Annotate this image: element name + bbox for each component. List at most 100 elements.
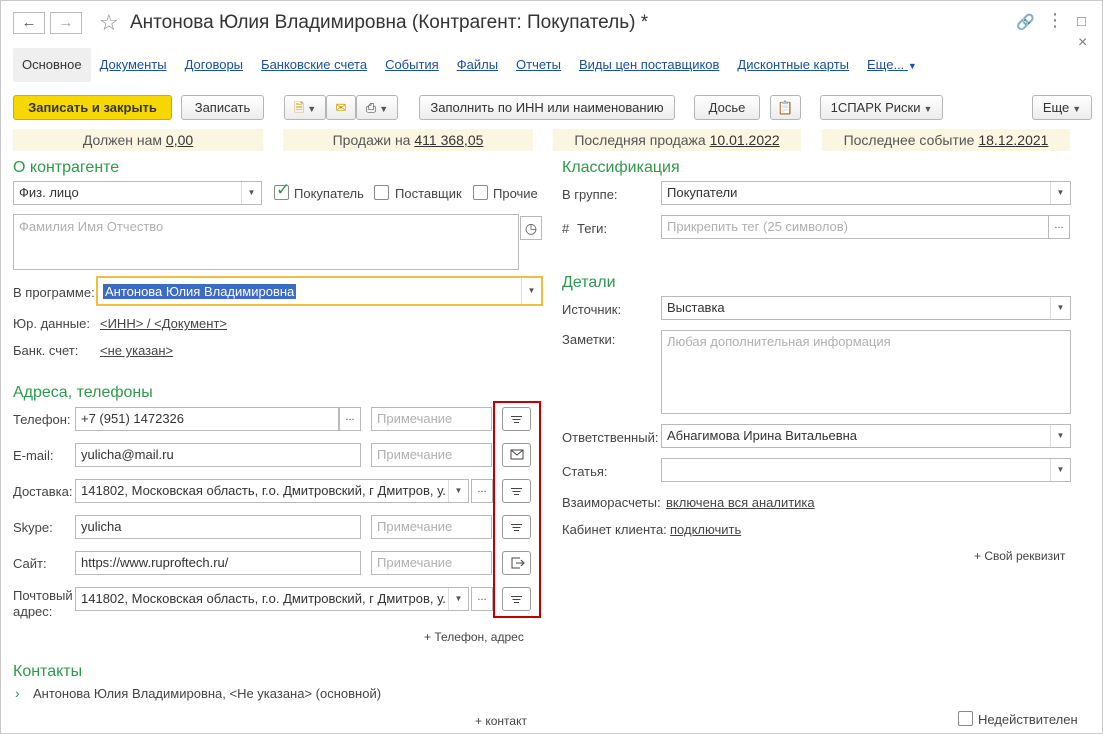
link-icon[interactable]: 🔗 xyxy=(1016,13,1035,31)
tab-discount-cards[interactable]: Дисконтные карты xyxy=(728,48,858,82)
maximize-icon[interactable]: □ xyxy=(1077,13,1086,30)
last-sale-value[interactable]: 10.01.2022 xyxy=(710,132,780,148)
tab-events[interactable]: События xyxy=(376,48,448,82)
history-button[interactable]: ◷ xyxy=(520,216,542,240)
responsible-select[interactable]: Абнагимова Ирина Витальевна ▼ xyxy=(661,424,1071,448)
checkmark-icon: ✓ xyxy=(276,180,291,199)
more-button[interactable]: Еще ▼ xyxy=(1032,95,1092,120)
postal-label-line2: адрес: xyxy=(13,604,53,619)
chevron-down-icon[interactable]: ▼ xyxy=(448,588,468,610)
chevron-down-icon[interactable]: ▼ xyxy=(521,278,541,304)
tab-files[interactable]: Файлы xyxy=(448,48,507,82)
add-contact-link[interactable]: + контакт xyxy=(475,714,527,728)
chevron-down-icon[interactable]: ▼ xyxy=(1050,182,1070,204)
source-select[interactable]: Выставка ▼ xyxy=(661,296,1071,320)
skype-actions-button[interactable] xyxy=(502,515,531,539)
menu-lines-icon xyxy=(511,596,522,603)
create-based-button[interactable]: 🗎 ▼ xyxy=(284,95,326,120)
chevron-down-icon[interactable]: ▼ xyxy=(241,182,261,204)
last-event-value[interactable]: 18.12.2021 xyxy=(978,132,1048,148)
back-button[interactable]: ← xyxy=(13,12,45,34)
close-icon[interactable]: × xyxy=(1078,34,1087,52)
tab-contracts[interactable]: Договоры xyxy=(176,48,252,82)
site-input[interactable]: https://www.ruproftech.ru/ xyxy=(75,551,361,575)
last-sale-info: Последняя продажа 10.01.2022 xyxy=(553,129,801,151)
add-phone-address-link[interactable]: + Телефон, адрес xyxy=(424,630,524,644)
dossier-button[interactable]: Досье xyxy=(694,95,760,120)
article-select[interactable]: ▼ xyxy=(661,458,1071,482)
supplier-label: Поставщик xyxy=(395,186,462,201)
group-label: В группе: xyxy=(562,187,618,202)
site-label: Сайт: xyxy=(13,556,47,571)
cabinet-label: Кабинет клиента: xyxy=(562,522,667,537)
chevron-down-icon[interactable]: ▼ xyxy=(1050,425,1070,447)
chevron-down-icon: ▼ xyxy=(1072,104,1082,114)
save-close-button[interactable]: Записать и закрыть xyxy=(13,95,172,120)
more-vertical-icon[interactable]: ⋮ xyxy=(1046,10,1064,31)
notes-textarea[interactable]: Любая дополнительная информация xyxy=(661,330,1071,414)
site-note-input[interactable]: Примечание xyxy=(371,551,492,575)
counterparty-type-select[interactable]: Физ. лицо ▼ xyxy=(13,181,262,205)
settlements-link[interactable]: включена вся аналитика xyxy=(666,495,815,510)
postal-label-line1: Почтовый xyxy=(13,588,73,603)
full-name-textarea[interactable]: Фамилия Имя Отчество xyxy=(13,214,519,270)
report-button[interactable]: 📋 xyxy=(770,95,801,120)
postal-address-input[interactable]: 141802, Московская область, г.о. Дмитров… xyxy=(75,587,469,611)
phone-input[interactable]: +7 (951) 1472326 xyxy=(75,407,339,431)
tab-reports[interactable]: Отчеты xyxy=(507,48,570,82)
chevron-down-icon: ▼ xyxy=(907,61,917,71)
chevron-down-icon[interactable]: ▼ xyxy=(1050,459,1070,481)
print-button[interactable]: ⎙ ▼ xyxy=(356,95,398,120)
delivery-select-button[interactable]: ... xyxy=(471,479,493,503)
phone-select-button[interactable]: ... xyxy=(339,407,361,431)
email-input[interactable]: yulicha@mail.ru xyxy=(75,443,361,467)
send-email-button[interactable] xyxy=(502,443,531,467)
inactive-checkbox[interactable] xyxy=(958,711,973,726)
tab-more[interactable]: Еще... ▼ xyxy=(858,48,926,82)
buyer-checkbox[interactable]: ✓ xyxy=(274,180,290,200)
owes-value[interactable]: 0,00 xyxy=(166,132,193,148)
menu-lines-icon xyxy=(511,524,522,531)
forward-button[interactable]: → xyxy=(50,12,82,34)
open-site-button[interactable] xyxy=(502,551,531,575)
postal-actions-button[interactable] xyxy=(502,587,531,611)
menu-lines-icon xyxy=(511,488,522,495)
spark-risks-button[interactable]: 1СПАРК Риски ▼ xyxy=(820,95,943,120)
section-classification: Классификация xyxy=(562,159,680,176)
mail-button[interactable]: ✉ xyxy=(326,95,356,120)
phone-actions-button[interactable] xyxy=(502,407,531,431)
other-checkbox[interactable] xyxy=(473,185,488,200)
chevron-down-icon[interactable]: ▼ xyxy=(1050,297,1070,319)
phone-note-input[interactable]: Примечание xyxy=(371,407,492,431)
tab-bank-accounts[interactable]: Банковские счета xyxy=(252,48,376,82)
phone-label: Телефон: xyxy=(13,412,71,427)
tags-select-button[interactable]: ... xyxy=(1048,215,1070,239)
email-note-input[interactable]: Примечание xyxy=(371,443,492,467)
tab-documents[interactable]: Документы xyxy=(91,48,176,82)
postal-select-button[interactable]: ... xyxy=(471,587,493,611)
skype-note-input[interactable]: Примечание xyxy=(371,515,492,539)
legal-data-link[interactable]: <ИНН> / <Документ> xyxy=(100,316,227,331)
tags-input[interactable]: Прикрепить тег (25 символов) xyxy=(661,215,1049,239)
cabinet-connect-link[interactable]: подключить xyxy=(670,522,741,537)
tab-main[interactable]: Основное xyxy=(13,48,91,82)
delivery-address-input[interactable]: 141802, Московская область, г.о. Дмитров… xyxy=(75,479,469,503)
group-select[interactable]: Покупатели ▼ xyxy=(661,181,1071,205)
chevron-right-icon[interactable]: › xyxy=(15,685,20,701)
skype-input[interactable]: yulicha xyxy=(75,515,361,539)
tab-supplier-prices[interactable]: Виды цен поставщиков xyxy=(570,48,728,82)
delivery-actions-button[interactable] xyxy=(502,479,531,503)
contact-item[interactable]: Антонова Юлия Владимировна, <Не указана>… xyxy=(33,686,381,701)
add-own-attribute-link[interactable]: + Свой реквизит xyxy=(974,549,1065,563)
save-button[interactable]: Записать xyxy=(181,95,264,120)
in-program-input[interactable]: Антонова Юлия Владимировна ▼ xyxy=(96,276,543,306)
section-about: О контрагенте xyxy=(13,159,120,176)
fill-by-inn-button[interactable]: Заполнить по ИНН или наименованию xyxy=(419,95,675,120)
sales-value[interactable]: 411 368,05 xyxy=(414,132,483,148)
chevron-down-icon: ▼ xyxy=(923,104,933,114)
supplier-checkbox[interactable] xyxy=(374,185,389,200)
bank-account-link[interactable]: <не указан> xyxy=(100,343,173,358)
chevron-down-icon[interactable]: ▼ xyxy=(448,480,468,502)
favorite-star-icon[interactable]: ☆ xyxy=(99,10,119,36)
owes-info: Должен нам 0,00 xyxy=(13,129,263,151)
